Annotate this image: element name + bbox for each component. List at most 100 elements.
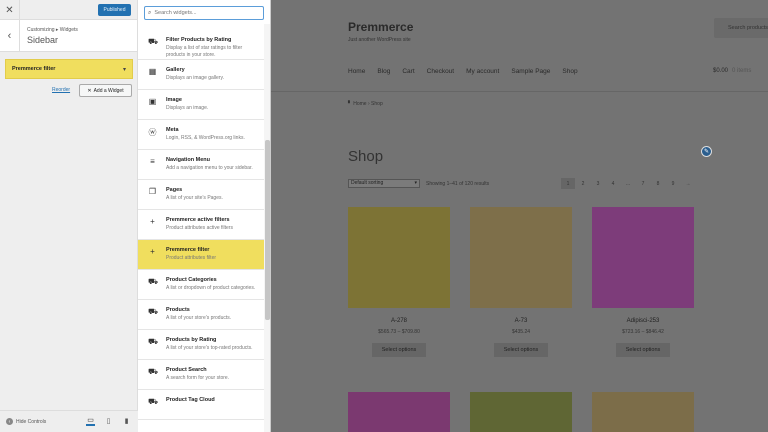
widget-option[interactable]: ⛟ Filter Products by Rating Display a list… [138, 30, 264, 60]
widget-option-description: Display a list of star ratings to filter… [166, 45, 243, 58]
product-name[interactable]: Adipisci-253 [592, 318, 694, 324]
home-icon: ▘ [348, 101, 352, 107]
product-image[interactable] [470, 392, 572, 432]
nav-item[interactable]: Shop [562, 68, 577, 75]
widget-option-description: A list of your store's top-rated product… [166, 345, 253, 351]
nav-item[interactable]: Cart [402, 68, 414, 75]
page-link[interactable]: 2 [576, 178, 590, 189]
product-image[interactable] [348, 207, 450, 308]
cart-icon: ⛟ [148, 37, 159, 46]
widget-option[interactable]: ▣ Image Displays an image. [138, 90, 264, 120]
widget-option-name: Gallery [166, 67, 185, 73]
cart-icon: ⛟ [148, 337, 159, 346]
product-image[interactable] [348, 392, 450, 432]
widget-option-description: A search form for your store. [166, 375, 230, 381]
page-link[interactable]: 8 [651, 178, 665, 189]
cart-link[interactable]: $0.00 0 items [713, 68, 751, 74]
customizer-topbar: ✕ Published [0, 0, 137, 20]
product-search-input[interactable]: Search products… [714, 18, 768, 38]
page-link[interactable]: 9 [666, 178, 680, 189]
site-tagline: Just another WordPress site [348, 37, 411, 43]
product-price: $723.16 – $846.42 [622, 329, 664, 335]
product-image[interactable] [592, 207, 694, 308]
add-widget-button[interactable]: ✕ Add a Widget [79, 84, 132, 97]
cart-icon: ⛟ [148, 367, 159, 376]
reorder-link[interactable]: Reorder [52, 87, 70, 93]
scrollbar[interactable] [264, 24, 270, 432]
select-options-button[interactable]: Select options [616, 343, 670, 357]
widget-option-description: Login, RSS, & WordPress.org links. [166, 135, 245, 141]
widget-list: ⛟ Filter Products by Rating Display a list… [138, 30, 264, 420]
caret-down-icon[interactable]: ▾ [123, 66, 126, 73]
scrollbar-thumb[interactable] [265, 140, 270, 320]
widget-option[interactable]: ⛟ Products by Rating A list of your store'… [138, 330, 264, 360]
product-name[interactable]: A-73 [470, 318, 572, 324]
widget-search-input[interactable] [154, 10, 255, 16]
widget-option[interactable]: ⓦ Meta Login, RSS, & WordPress.org links. [138, 120, 264, 150]
product-name[interactable]: A-278 [348, 318, 450, 324]
product-image[interactable] [470, 207, 572, 308]
mobile-icon[interactable]: ▮ [122, 416, 131, 426]
widget-option-description: Displays an image. [166, 105, 209, 111]
close-icon: ✕ [87, 87, 92, 94]
page-link[interactable]: … [621, 178, 635, 189]
back-button[interactable]: ‹ [0, 20, 20, 52]
widget-option-name: Premmerce active filters [166, 217, 230, 223]
nav-item[interactable]: Sample Page [511, 68, 550, 75]
wordpress-icon: ⓦ [148, 128, 157, 137]
widget-option[interactable]: + Premmerce filter Product attributes filt… [138, 240, 264, 270]
product-card: Adipisci-253 $723.16 – $846.42 Select opti… [592, 207, 694, 357]
close-icon: ✕ [5, 4, 14, 16]
widget-option[interactable]: ▦ Gallery Displays an image gallery. [138, 60, 264, 90]
widget-premmerce-filter[interactable]: Premmerce filter ▾ [5, 59, 133, 79]
breadcrumb: Customizing ▸ Widgets [27, 27, 78, 33]
widget-option-description: Product attributes filter [166, 255, 217, 261]
page-link[interactable]: 1 [561, 178, 575, 189]
result-count: Showing 1–41 of 120 results [426, 181, 490, 187]
pagination: 1 2 3 4… 7 8 9 → [561, 178, 695, 189]
breadcrumb-home[interactable]: Home [353, 101, 366, 107]
widget-option[interactable]: ≡ Navigation Menu Add a navigation menu to… [138, 150, 264, 180]
cart-icon: ⛟ [148, 307, 159, 316]
widget-option-name: Pages [166, 187, 183, 193]
page-link[interactable]: 7 [636, 178, 650, 189]
tablet-icon[interactable]: ▯ [104, 416, 113, 426]
nav-item[interactable]: Checkout [427, 68, 454, 75]
widget-option[interactable]: ⛟ Product Search A search form for your st… [138, 360, 264, 390]
gallery-icon: ▦ [148, 67, 157, 76]
widget-option[interactable]: + Premmerce active filters Product attribu… [138, 210, 264, 240]
select-options-button[interactable]: Select options [494, 343, 548, 357]
sort-select[interactable]: Default sorting ▾ [348, 179, 420, 188]
image-icon: ▣ [148, 97, 157, 106]
menu-icon: ≡ [150, 157, 155, 166]
customizer-footer: ‹ Hide Controls ▭ ▯ ▮ [0, 410, 138, 432]
page-link[interactable]: 3 [591, 178, 605, 189]
select-options-button[interactable]: Select options [372, 343, 426, 357]
header-divider [271, 91, 768, 92]
product-card: A-73 $435.24 Select options [470, 207, 572, 357]
hide-controls-label: Hide Controls [16, 418, 47, 425]
widget-search[interactable]: ⌕ [144, 6, 264, 20]
page-link[interactable]: 4 [606, 178, 620, 189]
edit-shortcut-icon[interactable]: ✎ [701, 146, 712, 157]
widget-option[interactable]: ⛟ Product Tag Cloud [138, 390, 264, 420]
desktop-icon[interactable]: ▭ [86, 416, 95, 426]
widget-option[interactable]: ⛟ Products A list of your store's products… [138, 300, 264, 330]
site-preview: Premmerce Just another WordPress site Se… [271, 0, 768, 432]
site-title[interactable]: Premmerce [348, 20, 413, 34]
nav-item[interactable]: Home [348, 68, 365, 75]
nav-item[interactable]: Blog [377, 68, 390, 75]
widget-option-description: Displays an image gallery. [166, 75, 224, 81]
close-customizer-button[interactable]: ✕ [0, 0, 20, 20]
plus-icon: + [150, 247, 155, 256]
chevron-down-icon: ▾ [414, 180, 417, 186]
customizer-sidebar: ✕ Published ‹ Customizing ▸ Widgets Side… [0, 0, 138, 432]
publish-button[interactable]: Published [98, 4, 131, 16]
nav-item[interactable]: My account [466, 68, 499, 75]
widget-option[interactable]: ❐ Pages A list of your site’s Pages. [138, 180, 264, 210]
product-image[interactable] [592, 392, 694, 432]
widget-option[interactable]: ⛟ Product Categories A list or dropdown of… [138, 270, 264, 300]
hide-controls-button[interactable]: ‹ Hide Controls [6, 418, 46, 425]
page-link[interactable]: → [681, 178, 695, 189]
cart-total: $0.00 [713, 68, 729, 74]
